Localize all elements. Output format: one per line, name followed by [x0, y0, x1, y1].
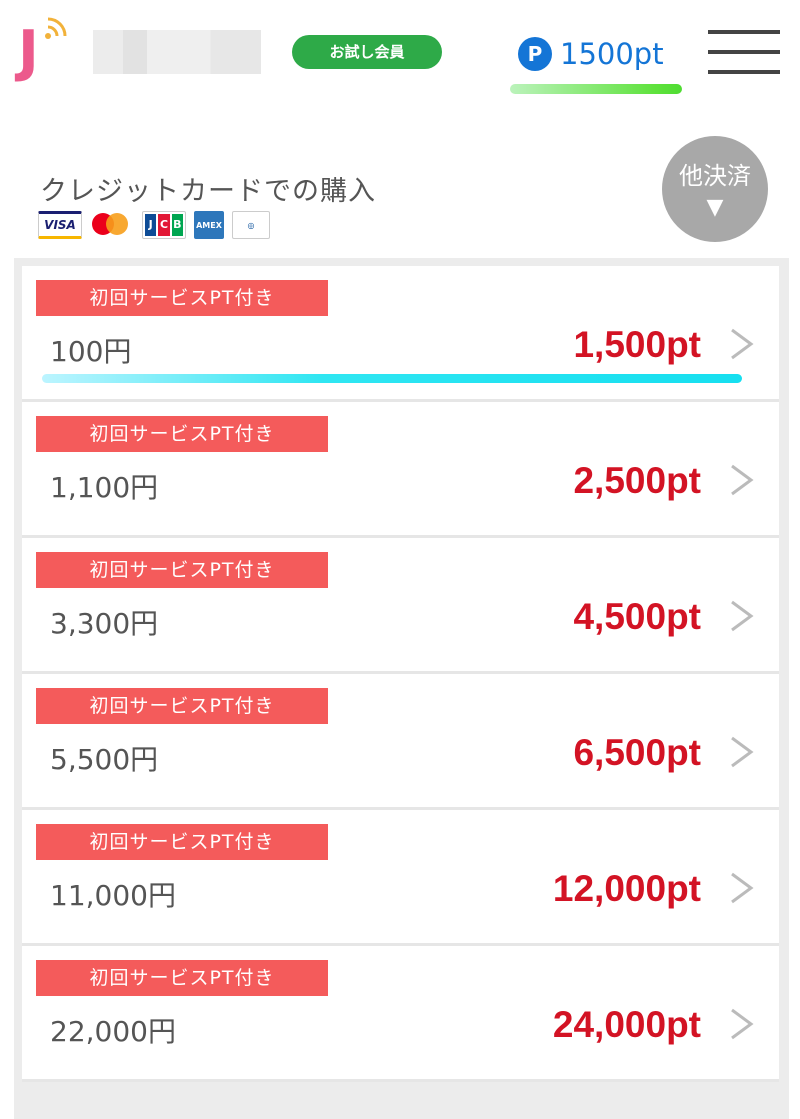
app-header: J お試し会員 P 1500pt	[0, 0, 800, 115]
points-balance[interactable]: P 1500pt	[518, 32, 664, 76]
plan-price: 100円	[50, 335, 132, 368]
amex-icon: AMEX	[194, 211, 224, 239]
plan-points: 2,500pt	[573, 460, 701, 501]
plan-item[interactable]: 初回サービスPT付き 100円 1,500pt	[22, 266, 779, 402]
plan-tag: 初回サービスPT付き	[36, 824, 328, 860]
plan-list: 初回サービスPT付き 100円 1,500pt 初回サービスPT付き 1,100…	[14, 258, 789, 1119]
plan-item[interactable]: 初回サービスPT付き 3,300円 4,500pt	[22, 538, 779, 674]
plan-price: 22,000円	[50, 1015, 176, 1048]
plan-points: 1,500pt	[573, 324, 701, 365]
member-status-badge: お試し会員	[292, 35, 442, 69]
chevron-right-icon	[731, 328, 754, 360]
plan-item[interactable]: 初回サービスPT付き 1,100円 2,500pt	[22, 402, 779, 538]
plan-item[interactable]: 初回サービスPT付き 22,000円 24,000pt	[22, 946, 779, 1082]
plan-points: 6,500pt	[573, 732, 701, 773]
plan-points: 12,000pt	[552, 868, 701, 909]
visa-icon: VISA	[38, 211, 82, 239]
chevron-right-icon	[731, 736, 754, 768]
chevron-right-icon	[731, 1008, 754, 1040]
plan-tag: 初回サービスPT付き	[36, 688, 328, 724]
diners-club-icon: ◎	[232, 211, 270, 239]
plan-price: 1,100円	[50, 471, 159, 504]
triangle-down-icon: ▼	[706, 194, 724, 220]
selection-highlight	[42, 374, 742, 383]
signal-icon	[45, 17, 67, 39]
mastercard-icon	[90, 211, 134, 239]
plan-tag: 初回サービスPT付き	[36, 552, 328, 588]
logo-letter: J	[18, 19, 39, 84]
plan-price: 11,000円	[50, 879, 176, 912]
jcb-icon: JCB	[142, 211, 186, 239]
card-brands: VISA JCB AMEX ◎	[38, 211, 270, 239]
chevron-right-icon	[731, 600, 754, 632]
points-icon: P	[518, 37, 552, 71]
plan-tag: 初回サービスPT付き	[36, 416, 328, 452]
plan-price: 3,300円	[50, 607, 159, 640]
app-logo[interactable]: J	[18, 14, 78, 84]
other-payment-label: 他決済	[679, 162, 751, 190]
chevron-right-icon	[731, 464, 754, 496]
plan-tag: 初回サービスPT付き	[36, 960, 328, 996]
plan-points: 4,500pt	[573, 596, 701, 637]
username-redacted	[93, 30, 261, 74]
chevron-right-icon	[731, 872, 754, 904]
plan-tag: 初回サービスPT付き	[36, 280, 328, 316]
points-highlight	[510, 84, 682, 94]
plan-item[interactable]: 初回サービスPT付き 5,500円 6,500pt	[22, 674, 779, 810]
points-value: 1500pt	[560, 37, 664, 71]
purchase-title: クレジットカードでの購入	[40, 176, 376, 207]
plan-points: 24,000pt	[552, 1004, 701, 1045]
other-payment-button[interactable]: 他決済 ▼	[662, 136, 768, 242]
plan-price: 5,500円	[50, 743, 159, 776]
plan-item[interactable]: 初回サービスPT付き 11,000円 12,000pt	[22, 810, 779, 946]
hamburger-menu-icon[interactable]	[708, 30, 780, 76]
